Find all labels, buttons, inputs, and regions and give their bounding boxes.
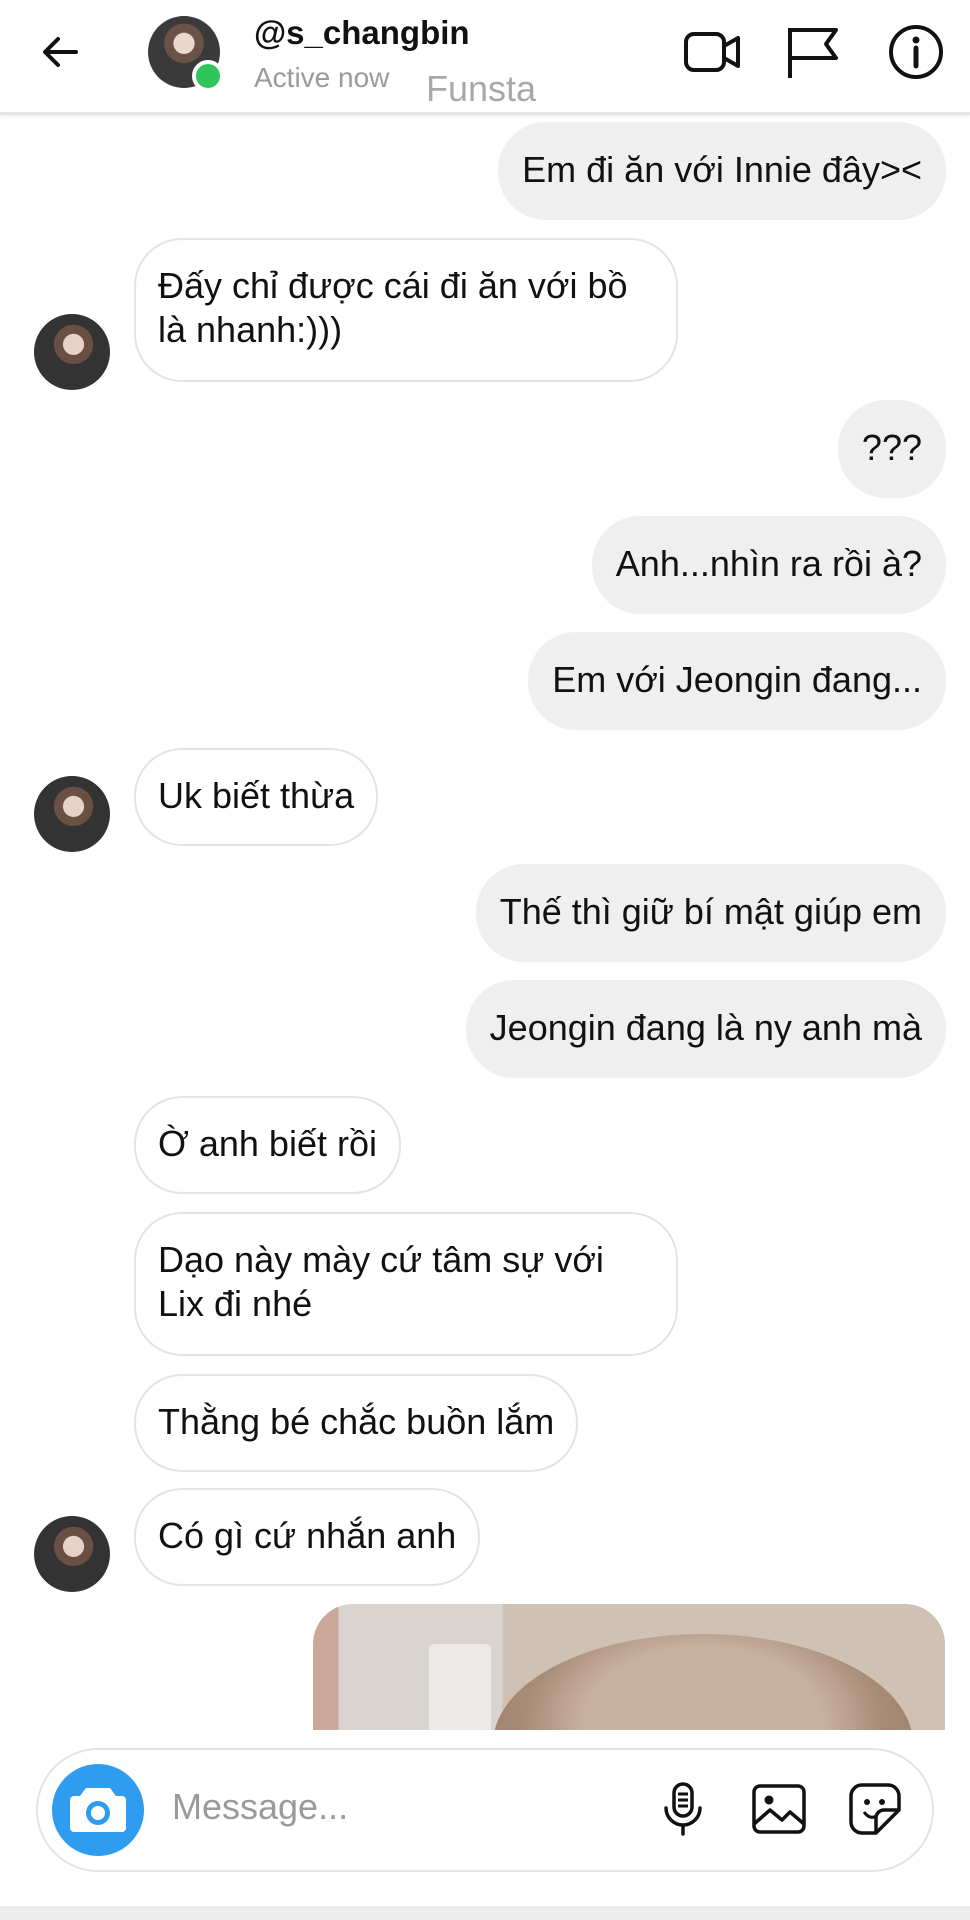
outgoing-message[interactable]: Em với Jeongin đang... bbox=[528, 632, 946, 730]
back-arrow-icon[interactable] bbox=[36, 28, 84, 76]
incoming-message[interactable]: Đấy chỉ được cái đi ăn với bồ là nhanh:)… bbox=[134, 238, 678, 382]
message-line: Lix đi nhé bbox=[158, 1283, 313, 1324]
outgoing-message[interactable]: ??? bbox=[837, 400, 946, 498]
active-status: Active now bbox=[254, 62, 390, 93]
outgoing-message[interactable]: Em đi ăn với Innie đây>< bbox=[498, 122, 946, 220]
watermark-text: Funsta bbox=[426, 68, 537, 109]
incoming-message[interactable]: Dạo này mày cứ tâm sự với Lix đi nhé bbox=[134, 1212, 678, 1356]
microphone-icon[interactable] bbox=[654, 1780, 712, 1838]
incoming-message[interactable]: Uk biết thừa bbox=[134, 748, 379, 846]
video-call-icon[interactable] bbox=[682, 22, 742, 82]
camera-icon bbox=[70, 1788, 126, 1832]
message-composer: Message... bbox=[36, 1748, 934, 1872]
incoming-message[interactable]: Có gì cứ nhắn anh bbox=[134, 1488, 481, 1586]
outgoing-message[interactable]: Thế thì giữ bí mật giúp em bbox=[475, 864, 946, 962]
incoming-message[interactable]: Thằng bé chắc buồn lắm bbox=[134, 1374, 579, 1472]
incoming-message[interactable]: Ờ anh biết rồi bbox=[134, 1096, 401, 1194]
online-indicator bbox=[192, 60, 224, 92]
outgoing-message[interactable]: Anh...nhìn ra rồi à? bbox=[591, 516, 946, 614]
message-line: Đấy chỉ được cái đi ăn với bồ bbox=[158, 265, 628, 306]
photo-subject bbox=[493, 1634, 913, 1730]
camera-button[interactable] bbox=[52, 1764, 144, 1856]
photo-message[interactable] bbox=[313, 1604, 945, 1730]
avatar[interactable] bbox=[34, 776, 110, 852]
message-line: Dạo này mày cứ tâm sự với bbox=[158, 1239, 604, 1280]
sticker-icon[interactable] bbox=[846, 1780, 904, 1838]
outgoing-message[interactable]: Jeongin đang là ny anh mà bbox=[465, 980, 946, 1078]
avatar[interactable] bbox=[34, 1516, 110, 1592]
system-bar bbox=[0, 1906, 970, 1920]
message-line: là nhanh:))) bbox=[158, 309, 343, 350]
username[interactable]: @s_changbin bbox=[254, 14, 470, 52]
message-input[interactable]: Message... bbox=[172, 1786, 348, 1828]
info-icon[interactable] bbox=[886, 22, 946, 82]
chat-header: @s_changbin Active now Funsta bbox=[0, 0, 970, 115]
gallery-icon[interactable] bbox=[750, 1780, 808, 1838]
avatar[interactable] bbox=[34, 314, 110, 390]
flag-icon[interactable] bbox=[782, 22, 842, 82]
light-switch-detail bbox=[429, 1644, 491, 1730]
